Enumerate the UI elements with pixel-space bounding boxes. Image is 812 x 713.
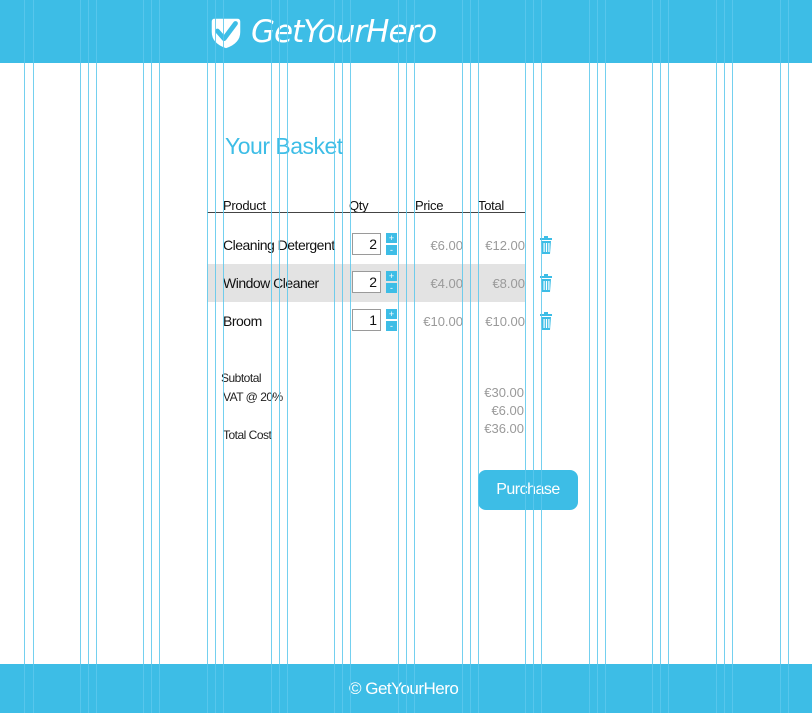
quantity-input[interactable]: 1: [352, 309, 381, 331]
trash-icon[interactable]: [539, 236, 553, 254]
total-cost-label: Total Cost: [223, 428, 272, 442]
site-header: GetYourHero: [0, 0, 812, 63]
unit-price: €10.00: [423, 314, 463, 329]
product-name: Window Cleaner: [223, 275, 319, 291]
unit-price: €4.00: [430, 276, 463, 291]
vat-value: €6.00: [491, 403, 524, 418]
line-total: €10.00: [485, 314, 525, 329]
column-header-product: Product: [223, 198, 266, 213]
footer-copyright: © GetYourHero: [349, 679, 459, 698]
trash-icon[interactable]: [539, 312, 553, 330]
quantity-decrease-button[interactable]: -: [386, 245, 397, 255]
line-total: €8.00: [492, 276, 525, 291]
line-total: €12.00: [485, 238, 525, 253]
unit-price: €6.00: [430, 238, 463, 253]
quantity-increase-button[interactable]: +: [386, 271, 397, 281]
column-header-total: Total: [478, 198, 504, 213]
quantity-input[interactable]: 2: [352, 271, 381, 293]
quantity-decrease-button[interactable]: -: [386, 321, 397, 331]
quantity-input[interactable]: 2: [352, 233, 381, 255]
brand-name: GetYourHero: [251, 14, 437, 50]
subtotal-label: Subtotal: [221, 371, 262, 385]
column-header-qty: Qty: [349, 198, 369, 213]
layout-grid-overlay: [0, 0, 812, 713]
subtotal-value: €30.00: [484, 385, 524, 400]
table-row: Cleaning Detergent 2 + - €6.00 €12.00: [207, 226, 525, 264]
checkmark-shield-icon: [211, 18, 241, 49]
product-name: Broom: [223, 313, 262, 329]
product-name: Cleaning Detergent: [223, 237, 335, 253]
quantity-increase-button[interactable]: +: [386, 233, 397, 243]
purchase-button[interactable]: Purchase: [478, 470, 578, 510]
column-header-price: Price: [415, 198, 444, 213]
table-row: Window Cleaner 2 + - €4.00 €8.00: [207, 264, 525, 302]
brand-logo[interactable]: GetYourHero: [207, 10, 437, 54]
trash-icon[interactable]: [539, 274, 553, 292]
page-title: Your Basket: [225, 133, 343, 159]
vat-label: VAT @ 20%: [223, 390, 283, 404]
table-row: Broom 1 + - €10.00 €10.00: [207, 302, 525, 340]
table-header-divider: [207, 212, 525, 213]
total-cost-value: €36.00: [484, 421, 524, 436]
quantity-decrease-button[interactable]: -: [386, 283, 397, 293]
quantity-increase-button[interactable]: +: [386, 309, 397, 319]
